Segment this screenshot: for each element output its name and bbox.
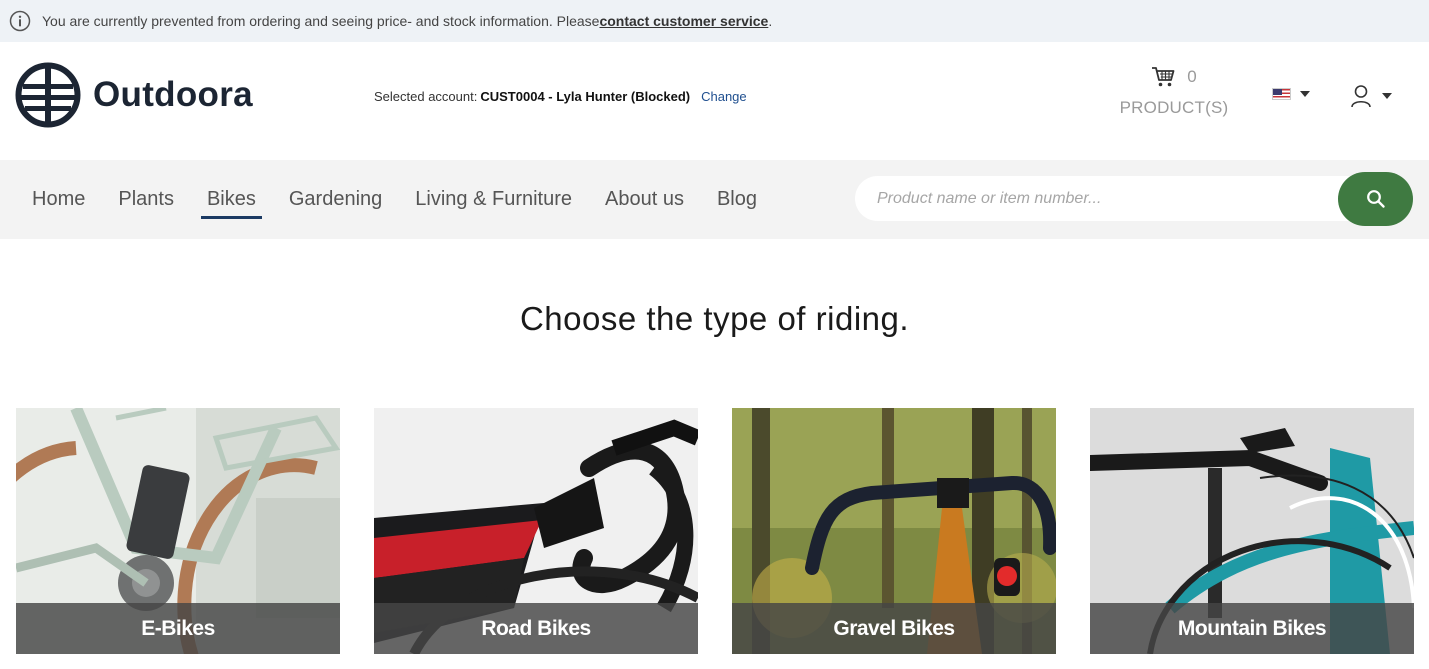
category-label: E-Bikes: [16, 603, 340, 654]
search-button[interactable]: [1338, 172, 1413, 226]
notice-bar: You are currently prevented from orderin…: [0, 0, 1429, 42]
search-input[interactable]: [877, 176, 1327, 221]
info-icon: [9, 10, 31, 32]
cart-count: 0: [1187, 67, 1197, 86]
notice-text: You are currently prevented from orderin…: [42, 13, 600, 29]
user-menu[interactable]: [1350, 84, 1392, 108]
nav-item-plants[interactable]: Plants: [118, 188, 174, 211]
account-value: CUST0004 - Lyla Hunter (Blocked): [480, 89, 691, 104]
category-label: Gravel Bikes: [732, 603, 1056, 654]
cart-button[interactable]: 0 PRODUCT(S): [1118, 66, 1230, 118]
nav-item-blog[interactable]: Blog: [717, 188, 757, 211]
category-label: Road Bikes: [374, 603, 698, 654]
notice-suffix: .: [768, 13, 773, 29]
main-nav: Home Plants Bikes Gardening Living & Fur…: [0, 160, 1429, 239]
nav-item-gardening[interactable]: Gardening: [289, 188, 382, 211]
nav-item-bikes[interactable]: Bikes: [200, 188, 262, 219]
category-card-gravel-bikes[interactable]: Gravel Bikes: [732, 408, 1056, 654]
contact-customer-service-link[interactable]: contact customer service: [599, 13, 768, 29]
cart-label: PRODUCT(S): [1119, 98, 1229, 117]
nav-item-about-us[interactable]: About us: [605, 188, 684, 211]
logo-icon: [15, 62, 81, 128]
header: Outdoora Selected account: CUST0004 - Ly…: [0, 42, 1429, 160]
chevron-down-icon: [1382, 93, 1392, 99]
user-icon: [1351, 85, 1371, 108]
chevron-down-icon: [1300, 91, 1310, 97]
selected-account: Selected account: CUST0004 - Lyla Hunter…: [374, 89, 747, 104]
language-selector[interactable]: [1272, 88, 1310, 100]
brand-name: Outdoora: [93, 75, 253, 114]
logo[interactable]: Outdoora: [15, 62, 253, 128]
search-bar: [855, 172, 1413, 226]
nav-item-home[interactable]: Home: [32, 188, 85, 211]
flag-us-icon: [1272, 88, 1291, 100]
category-label: Mountain Bikes: [1090, 603, 1414, 654]
page-heading: Choose the type of riding.: [519, 300, 910, 337]
category-card-road-bikes[interactable]: Road Bikes: [374, 408, 698, 654]
category-card-e-bikes[interactable]: E-Bikes: [16, 408, 340, 654]
change-account-link[interactable]: Change: [701, 89, 747, 104]
search-icon: [1366, 190, 1385, 208]
nav-item-living-furniture[interactable]: Living & Furniture: [415, 188, 572, 211]
category-card-mountain-bikes[interactable]: Mountain Bikes: [1090, 408, 1414, 654]
cart-icon: [1152, 67, 1175, 87]
account-label: Selected account:: [374, 89, 478, 104]
